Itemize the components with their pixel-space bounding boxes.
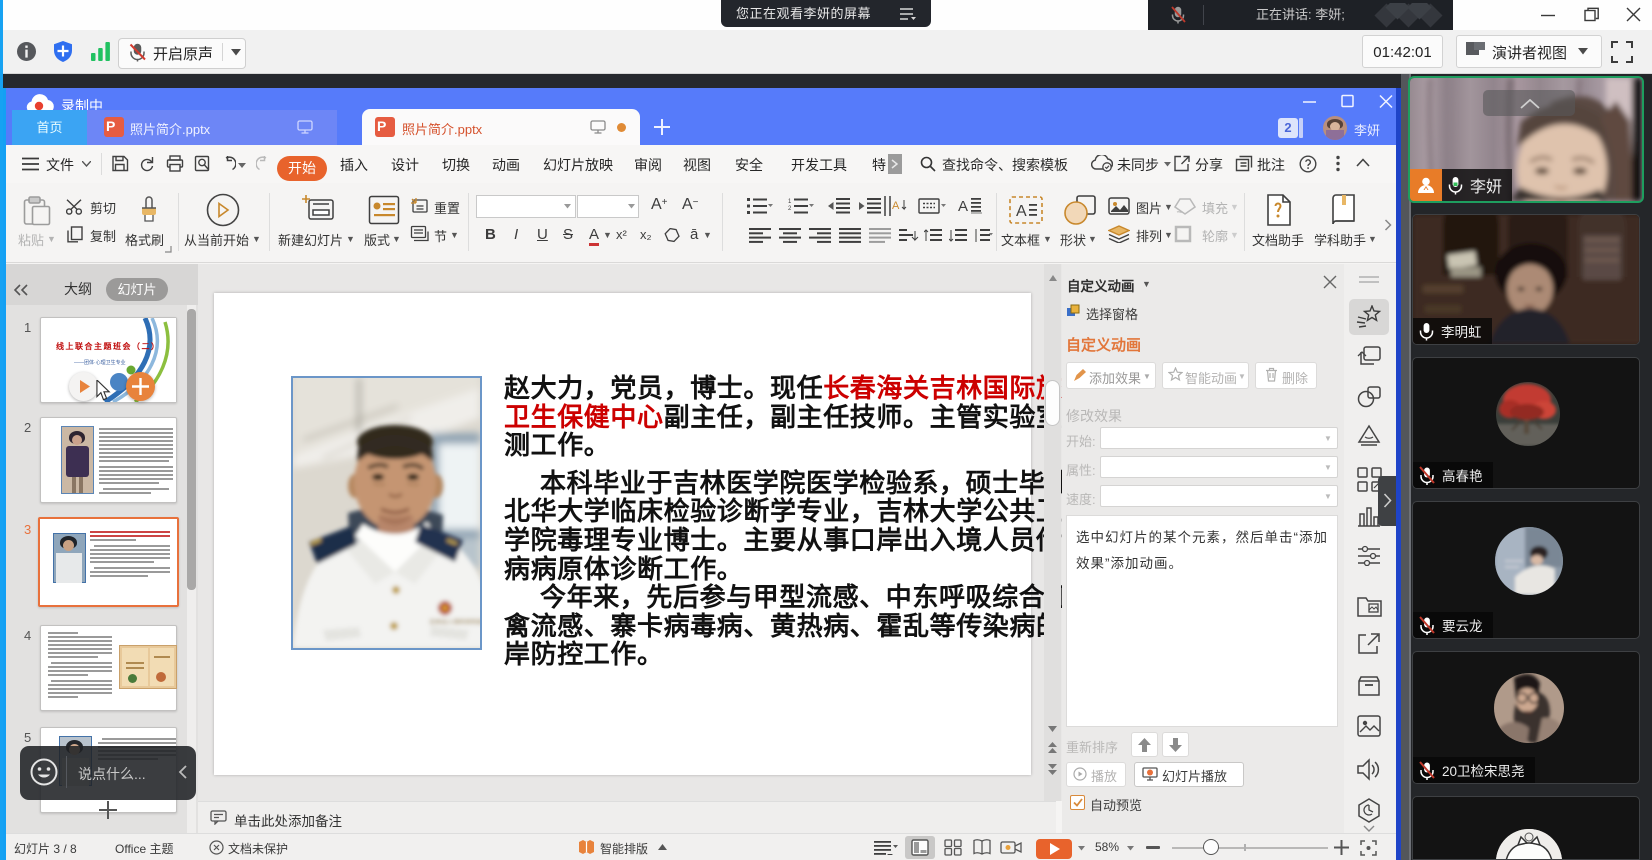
svg-text:1: 1 [788, 199, 792, 205]
svg-text:2: 2 [788, 206, 792, 212]
svg-text:A: A [892, 200, 900, 212]
svg-text:A: A [1016, 203, 1027, 220]
svg-text:吉林出入境检验检疫: 吉林出入境检验检疫 [429, 618, 480, 626]
svg-text:——团体·心理卫生专业: ——团体·心理卫生专业 [74, 359, 126, 366]
svg-text:线上联合主题班会（二）: 线上联合主题班会（二） [56, 341, 161, 351]
svg-text:A: A [958, 198, 968, 215]
